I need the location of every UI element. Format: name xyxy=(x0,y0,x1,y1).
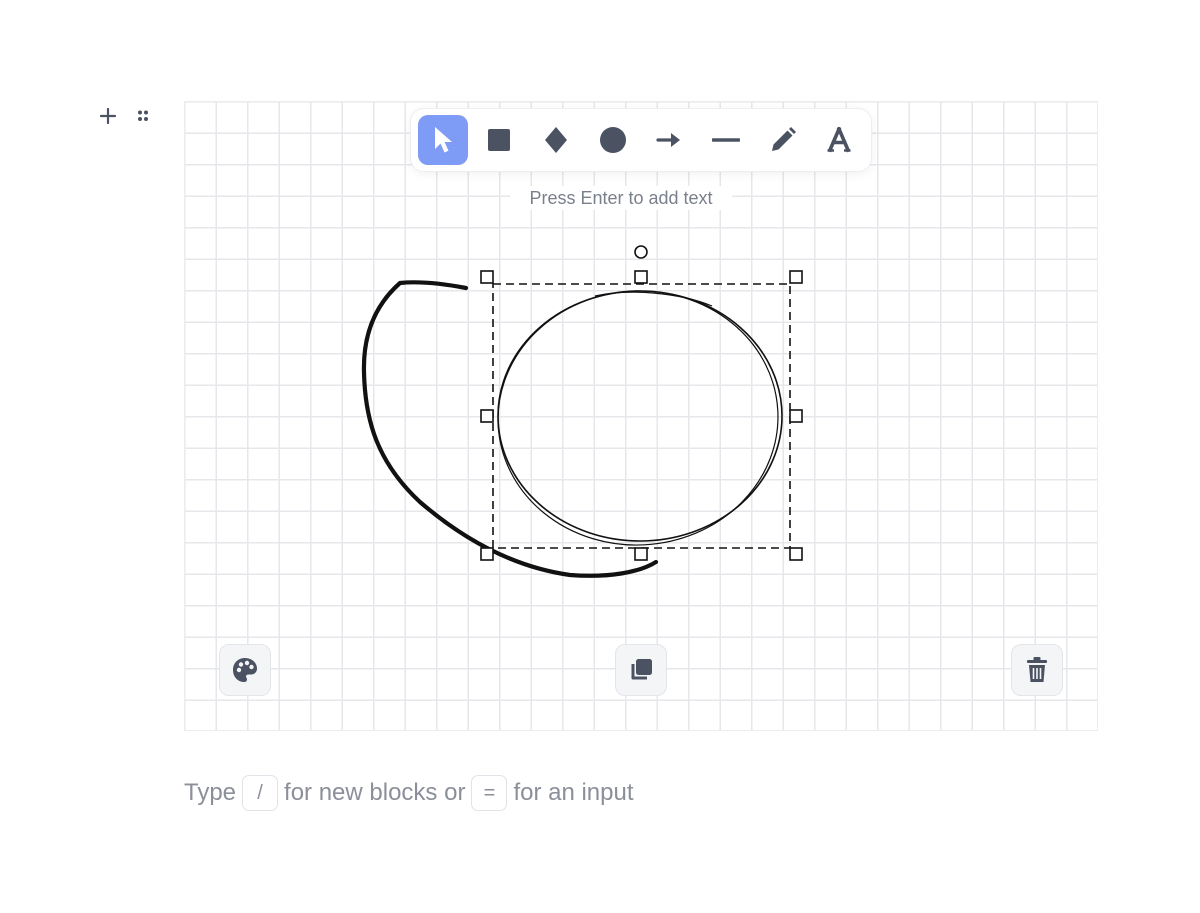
drag-dots-icon xyxy=(138,110,148,121)
plus-icon xyxy=(99,107,117,125)
placeholder-middle: for new blocks or xyxy=(284,779,466,806)
style-button[interactable] xyxy=(219,644,271,696)
line-icon xyxy=(711,138,740,142)
resize-handle-w[interactable] xyxy=(480,409,494,423)
resize-handle-sw[interactable] xyxy=(480,547,494,561)
square-icon xyxy=(488,129,511,151)
delete-button[interactable] xyxy=(1011,644,1063,696)
resize-handle-n[interactable] xyxy=(634,270,648,284)
copy-icon xyxy=(631,659,652,680)
cursor-icon xyxy=(434,127,452,153)
circle-icon xyxy=(599,127,626,153)
resize-handle-nw[interactable] xyxy=(480,270,494,284)
rectangle-tool[interactable] xyxy=(475,115,525,165)
slash-key-badge: / xyxy=(242,775,279,811)
draw-tool[interactable] xyxy=(758,115,808,165)
placeholder-suffix: for an input xyxy=(513,779,634,806)
resize-handle-se[interactable] xyxy=(789,547,803,561)
equals-key-badge: = xyxy=(471,775,508,811)
palette-icon xyxy=(233,658,257,682)
arrow-right-icon xyxy=(656,133,681,147)
resize-handle-s[interactable] xyxy=(634,547,648,561)
duplicate-button[interactable] xyxy=(615,644,667,696)
editor-placeholder[interactable]: Type / for new blocks or = for an input xyxy=(184,774,634,812)
resize-handle-ne[interactable] xyxy=(789,270,803,284)
arrow-tool[interactable] xyxy=(645,115,695,165)
text-icon xyxy=(827,127,851,153)
add-block-button[interactable] xyxy=(96,104,120,128)
resize-handle-e[interactable] xyxy=(789,409,803,423)
placeholder-prefix: Type xyxy=(184,779,237,806)
diamond-tool[interactable] xyxy=(531,115,581,165)
line-tool[interactable] xyxy=(701,115,751,165)
rotate-handle[interactable] xyxy=(634,245,648,259)
ellipse-tool[interactable] xyxy=(588,115,638,165)
drag-handle[interactable] xyxy=(134,104,152,128)
block-handle xyxy=(96,104,152,128)
trash-icon xyxy=(1027,657,1047,682)
text-tool[interactable] xyxy=(814,115,864,165)
pencil-icon xyxy=(771,127,796,151)
select-tool[interactable] xyxy=(418,115,468,165)
canvas-hint: Press Enter to add text xyxy=(510,186,732,210)
drawing-toolbar xyxy=(410,108,872,172)
diamond-icon xyxy=(545,127,568,153)
